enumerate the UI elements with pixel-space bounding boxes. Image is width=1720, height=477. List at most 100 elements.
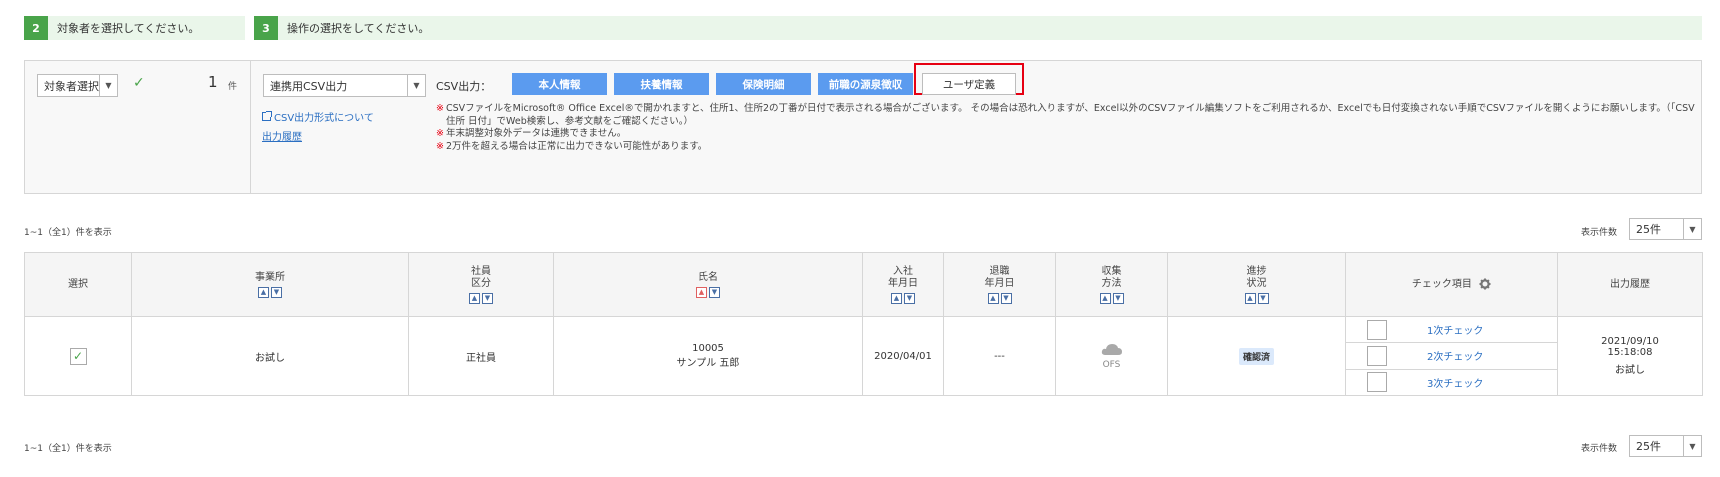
sort-desc-icon[interactable]: ▼ bbox=[904, 292, 915, 304]
insurance-detail-button[interactable]: 保険明細 bbox=[716, 73, 811, 95]
cell-leave-date: --- bbox=[943, 316, 1056, 396]
page-size-value: 25件 bbox=[1636, 440, 1661, 453]
sort-desc-icon[interactable]: ▼ bbox=[1000, 292, 1012, 304]
sort-asc-icon[interactable]: ▲ bbox=[1099, 292, 1111, 304]
step2-number: 2 bbox=[24, 16, 48, 40]
page-size-select-bottom[interactable]: 25件 ▼ bbox=[1629, 435, 1702, 457]
note-mark: ※ bbox=[436, 103, 444, 114]
check-label[interactable]: 3次チェック bbox=[1427, 375, 1483, 390]
check-checkbox[interactable] bbox=[1367, 319, 1387, 340]
target-section: 対象者選択 ▼ ✓ 1 件 bbox=[25, 61, 251, 193]
note-text: 年末調整対象外データは連携できません。 bbox=[446, 128, 627, 139]
sort-asc-icon[interactable]: ▲ bbox=[696, 286, 707, 298]
check-row: 2次チェック bbox=[1346, 343, 1557, 370]
check-row: 3次チェック bbox=[1346, 370, 1557, 395]
note-line: ※ CSVファイルをMicrosoft® Office Excel®で開かれます… bbox=[436, 103, 1701, 128]
sort-asc-icon[interactable]: ▲ bbox=[1244, 292, 1256, 304]
sort-asc-icon[interactable]: ▲ bbox=[987, 292, 999, 304]
step2-label: 対象者を選択してください。 bbox=[57, 22, 200, 35]
step3-number: 3 bbox=[254, 16, 278, 40]
target-count-unit: 件 bbox=[228, 82, 238, 92]
emp-name: サンプル 五郎 bbox=[676, 358, 740, 369]
cell-join-date: 2020/04/01 bbox=[862, 316, 944, 396]
sort-desc-icon[interactable]: ▼ bbox=[709, 286, 720, 298]
cell-office: お試し bbox=[131, 316, 409, 396]
chevron-down-icon: ▼ bbox=[1683, 219, 1701, 239]
sort-controls: ▲ ▼ bbox=[1056, 292, 1167, 304]
sort-asc-icon[interactable]: ▲ bbox=[469, 292, 480, 304]
employee-table: 選択 事業所 ▲ ▼ 社員 区分 ▲ ▼ 氏名 ▲ ▼ 入社 年月日 ▲ ▼ 退職 年月… bbox=[24, 252, 1703, 396]
target-count: 1 bbox=[208, 73, 218, 91]
col-emp-type-label-1: 社員 bbox=[471, 265, 491, 277]
operation-select[interactable]: 連携用CSV出力 ▼ bbox=[263, 74, 426, 97]
sort-controls: ▲ ▼ bbox=[1168, 292, 1345, 304]
sort-desc-icon[interactable]: ▼ bbox=[1257, 292, 1269, 304]
gear-icon[interactable] bbox=[1479, 278, 1491, 290]
check-label[interactable]: 1次チェック bbox=[1427, 322, 1483, 337]
col-emp-type-label-2: 区分 bbox=[471, 277, 491, 289]
operation-panel: 対象者選択 ▼ ✓ 1 件 連携用CSV出力 ▼ CSV出力形式について 出力履… bbox=[24, 60, 1702, 194]
history-date: 2021/09/10 bbox=[1601, 336, 1659, 347]
cloud-icon bbox=[1101, 344, 1122, 355]
col-name-label: 氏名 bbox=[698, 271, 718, 283]
check-checkbox[interactable] bbox=[1367, 372, 1387, 393]
col-collect-method: 収集 方法 ▲ ▼ bbox=[1055, 252, 1168, 317]
note-text: CSVファイルをMicrosoft® Office Excel®で開かれますと、… bbox=[446, 103, 1695, 127]
col-join-label-2: 年月日 bbox=[888, 277, 918, 289]
page-size-select-top[interactable]: 25件 ▼ bbox=[1629, 218, 1702, 240]
csv-format-link-label: CSV出力形式について bbox=[274, 113, 374, 124]
cell-collect-method: OFS bbox=[1055, 316, 1168, 396]
step3-label: 操作の選択をしてください。 bbox=[287, 22, 430, 35]
sort-desc-icon[interactable]: ▼ bbox=[271, 286, 282, 298]
note-mark: ※ bbox=[436, 140, 444, 152]
col-office-label: 事業所 bbox=[255, 271, 285, 283]
personal-info-button[interactable]: 本人情報 bbox=[512, 73, 607, 95]
page-size-label-top: 表示件数 bbox=[1581, 228, 1618, 238]
sort-controls: ▲ ▼ bbox=[132, 286, 408, 298]
sort-desc-icon[interactable]: ▼ bbox=[1112, 292, 1124, 304]
cell-emp-type: 正社員 bbox=[408, 316, 554, 396]
col-name: 氏名 ▲ ▼ bbox=[553, 252, 863, 317]
prev-job-withholding-button[interactable]: 前職の源泉徴収 bbox=[818, 73, 913, 95]
notes: ※ CSVファイルをMicrosoft® Office Excel®で開かれます… bbox=[436, 103, 1701, 153]
operation-select-value: 連携用CSV出力 bbox=[270, 79, 348, 93]
sort-controls: ▲ ▼ bbox=[944, 292, 1055, 304]
user-defined-button[interactable]: ユーザ定義 bbox=[922, 73, 1016, 95]
col-leave-date: 退職 年月日 ▲ ▼ bbox=[943, 252, 1056, 317]
operation-section: 連携用CSV出力 ▼ CSV出力形式について 出力履歴 CSV出力： 本人情報 … bbox=[251, 61, 1701, 193]
page-size-value: 25件 bbox=[1636, 223, 1661, 236]
col-progress-label-2: 状況 bbox=[1246, 277, 1267, 289]
cell-select: ✓ bbox=[24, 316, 132, 396]
check-label[interactable]: 2次チェック bbox=[1427, 348, 1483, 363]
checkmark-icon: ✓ bbox=[133, 75, 145, 91]
col-leave-label-1: 退職 bbox=[989, 265, 1010, 277]
target-select-value: 対象者選択 bbox=[44, 79, 99, 93]
sort-desc-icon[interactable]: ▼ bbox=[482, 292, 493, 304]
step3-header: 3 操作の選択をしてください。 bbox=[254, 16, 1702, 40]
status-badge: 確認済 bbox=[1238, 347, 1274, 365]
external-link-icon bbox=[262, 111, 272, 121]
dependent-info-button[interactable]: 扶養情報 bbox=[614, 73, 709, 95]
output-history-link[interactable]: 出力履歴 bbox=[262, 128, 302, 143]
history-user: お試し bbox=[1615, 365, 1645, 376]
table-header-row: 選択 事業所 ▲ ▼ 社員 区分 ▲ ▼ 氏名 ▲ ▼ 入社 年月日 ▲ ▼ 退職 年月… bbox=[24, 252, 1703, 317]
pager-info-top: 1~1（全1）件を表示 bbox=[24, 228, 112, 238]
col-emp-type: 社員 区分 ▲ ▼ bbox=[408, 252, 554, 317]
col-select-label: 選択 bbox=[68, 278, 88, 290]
col-join-date: 入社 年月日 ▲ ▼ bbox=[862, 252, 944, 317]
col-leave-label-2: 年月日 bbox=[984, 277, 1015, 289]
sort-asc-icon[interactable]: ▲ bbox=[891, 292, 902, 304]
csv-format-link[interactable]: CSV出力形式について bbox=[262, 109, 374, 124]
col-progress-label-1: 進捗 bbox=[1246, 265, 1267, 277]
cell-progress: 確認済 bbox=[1167, 316, 1346, 396]
row-select-checkbox[interactable]: ✓ bbox=[69, 347, 87, 365]
note-text: 2万件を超える場合は正常に出力できない可能性があります。 bbox=[446, 140, 708, 152]
page-size-label-bottom: 表示件数 bbox=[1581, 444, 1618, 454]
check-list: 1次チェック 2次チェック 3次チェック bbox=[1346, 317, 1557, 395]
sort-asc-icon[interactable]: ▲ bbox=[258, 286, 269, 298]
target-select[interactable]: 対象者選択 ▼ bbox=[37, 74, 118, 97]
col-collect-label-2: 方法 bbox=[1101, 277, 1122, 289]
cell-check-items: 1次チェック 2次チェック 3次チェック bbox=[1345, 316, 1558, 396]
check-checkbox[interactable] bbox=[1367, 345, 1387, 366]
sort-controls: ▲ ▼ bbox=[863, 292, 943, 304]
